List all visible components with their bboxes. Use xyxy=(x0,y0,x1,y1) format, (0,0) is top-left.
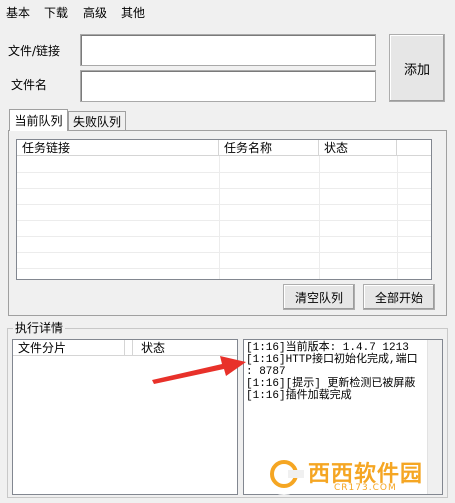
annotation-arrow-icon xyxy=(152,356,246,384)
watermark-logo-icon xyxy=(263,453,305,495)
column-header-spacer xyxy=(125,340,133,356)
add-button[interactable]: 添加 xyxy=(389,34,445,102)
watermark: 西西软件园 CR173.COM xyxy=(262,450,452,498)
log-line: [1:16][提示] 更新检测已被屏蔽 xyxy=(246,378,416,390)
column-header-task-name[interactable]: 任务名称 xyxy=(219,140,319,156)
grid-row-line xyxy=(17,236,431,237)
menu-basic[interactable]: 基本 xyxy=(6,6,30,20)
column-header-file-chunk[interactable]: 文件分片 xyxy=(13,340,125,356)
clear-queue-button[interactable]: 清空队列 xyxy=(283,284,355,310)
log-line: [1:16]当前版本: 1.4.7 1213 xyxy=(246,342,409,354)
menu-other[interactable]: 其他 xyxy=(121,6,145,20)
file-name-input[interactable] xyxy=(80,70,376,102)
grid-col-line xyxy=(219,156,220,279)
menu-advanced[interactable]: 高级 xyxy=(83,6,107,20)
watermark-subtext: CR173.COM xyxy=(334,483,397,493)
start-all-button[interactable]: 全部开始 xyxy=(363,284,435,310)
file-name-label: 文件名 xyxy=(11,78,48,92)
column-header-status[interactable]: 状态 xyxy=(319,140,397,156)
menu-download[interactable]: 下载 xyxy=(44,6,68,20)
grid-row-line xyxy=(17,172,431,173)
column-header-task-link[interactable]: 任务链接 xyxy=(17,140,219,156)
grid-row-line xyxy=(17,252,431,253)
grid-row-line xyxy=(17,204,431,205)
grid-row-line xyxy=(17,220,431,221)
column-header-filler xyxy=(397,140,431,156)
file-link-label: 文件/链接 xyxy=(8,44,61,58)
grid-row-line xyxy=(17,188,431,189)
grid-col-line xyxy=(397,156,398,279)
log-line: [1:16]插件加载完成 xyxy=(246,390,352,402)
details-title: 执行详情 xyxy=(13,321,66,335)
log-line: [1:16]HTTP接口初始化完成,端口 xyxy=(246,354,418,366)
tab-current-queue[interactable]: 当前队列 xyxy=(9,109,68,131)
menu-bar: 基本 下载 高级 其他 xyxy=(0,0,455,26)
file-link-input[interactable] xyxy=(80,34,376,66)
log-line: : 8787 xyxy=(246,366,286,378)
tab-failed-queue[interactable]: 失败队列 xyxy=(68,111,126,130)
queue-list[interactable]: 任务链接 任务名称 状态 xyxy=(16,139,432,280)
grid-row-line xyxy=(17,268,431,269)
grid-col-line xyxy=(319,156,320,279)
